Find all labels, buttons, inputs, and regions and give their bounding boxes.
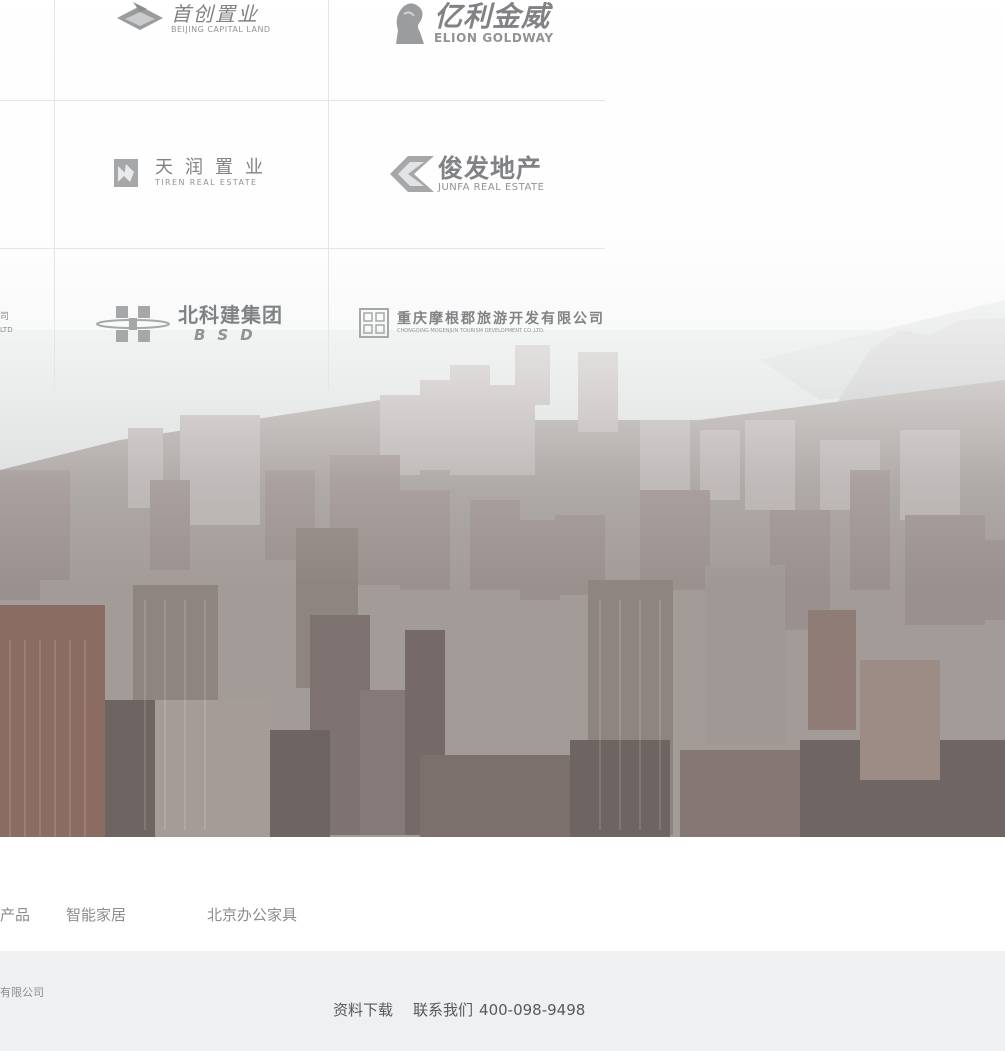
product-link[interactable]: 智能家居 [66,904,126,925]
partner-logo-elion[interactable]: 亿利金威 ELION GOLDWAY [390,0,554,46]
partner-name-cn: 亿利金威 [434,0,551,33]
grid-divider [328,0,329,390]
partner-logo-junfa[interactable]: 俊发地产 JUNFA REAL ESTATE [388,154,544,194]
partner-logo-bsd[interactable]: 北科建集团 BSD [96,304,283,344]
tiren-square-icon [114,159,138,187]
partner-name-en: CHONGQING MOGENJUN TOURISM DEVELOPMENT C… [397,328,545,334]
bsd-cross-icon [96,306,170,342]
partner-name-en: BSD [194,326,265,344]
product-link[interactable]: 北京办公家具 [207,904,297,925]
partner-name-en: JUNFA REAL ESTATE [438,182,545,193]
footer: 有限公司 资料下载 联系我们 400-098-9498 [0,951,1005,1051]
partner-name-cn: 俊发地产 [438,154,543,183]
product-links-row: 产品 智能家居 北京办公家具 [0,837,1005,951]
partner-logo-tiren[interactable]: 天润置业 TIREN REAL ESTATE [113,158,275,188]
hero-city-background: 首创置业 BEIJING CAPITAL LAND 亿利金威 ELION GOL… [0,0,1005,837]
partner-logo-partial[interactable]: 司 LTD [0,311,13,337]
grid-divider [0,248,605,249]
grid-divider [54,0,55,390]
mogen-seal-icon [359,308,389,338]
grid-divider [0,100,605,101]
partner-partial-line1: 司 [0,312,10,322]
download-link[interactable]: 资料下载 [333,1001,393,1019]
elion-lion-icon [396,3,424,45]
partner-name-en: TIREN REAL ESTATE [155,178,258,187]
partner-logo-shouchuang[interactable]: 首创置业 BEIJING CAPITAL LAND [115,0,271,38]
contact-link[interactable]: 联系我们 [413,1001,473,1019]
phone-number: 400-098-9498 [479,1001,586,1019]
partner-partial-line2: LTD [0,326,13,334]
partner-name-cn: 首创置业 [171,2,259,26]
partner-name-cn: 天润置业 [155,157,275,178]
partner-logo-grid: 首创置业 BEIJING CAPITAL LAND 亿利金威 ELION GOL… [0,0,605,390]
footer-company-name: 有限公司 [0,986,44,999]
product-link[interactable]: 产品 [0,904,30,925]
partner-name-cn: 北科建集团 [178,303,283,327]
partner-logo-mogen[interactable]: 重庆摩根郡旅游开发有限公司 CHONGQING MOGENJUN TOURISM… [359,308,605,338]
footer-links: 资料下载 联系我们 400-098-9498 [333,999,585,1020]
junfa-arrow-icon [390,156,434,192]
partner-name-en: ELION GOLDWAY [434,31,554,45]
shouchuang-diamond-icon [117,2,163,30]
partner-name-en: BEIJING CAPITAL LAND [171,25,271,34]
partner-name-cn: 重庆摩根郡旅游开发有限公司 [397,311,605,327]
